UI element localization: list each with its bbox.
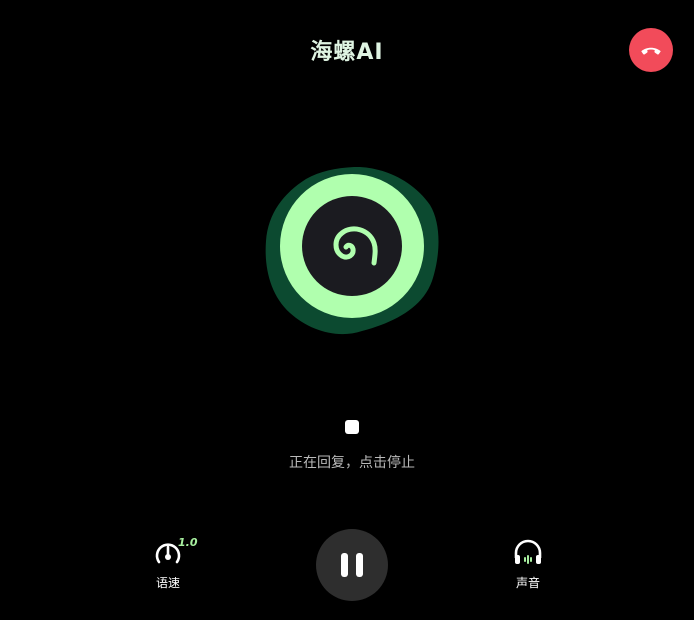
voice-control[interactable]: 声音 xyxy=(498,536,558,591)
speed-value-badge: 1.0 xyxy=(178,536,198,549)
pause-icon xyxy=(341,553,348,577)
headphones-icon xyxy=(514,539,542,564)
stop-icon[interactable] xyxy=(345,420,359,434)
status-text: 正在回复，点击停止 xyxy=(289,455,415,471)
page-title: 海螺AI xyxy=(310,40,384,65)
speed-control[interactable]: 1.0 语速 xyxy=(138,536,198,591)
voice-label: 声音 xyxy=(515,576,540,590)
phone-hangup-icon xyxy=(641,47,661,55)
pause-icon-bar xyxy=(356,553,363,577)
speed-label: 语速 xyxy=(155,576,180,590)
pause-button[interactable] xyxy=(316,529,388,601)
ai-avatar[interactable] xyxy=(262,163,442,338)
hangup-button[interactable] xyxy=(629,28,673,72)
